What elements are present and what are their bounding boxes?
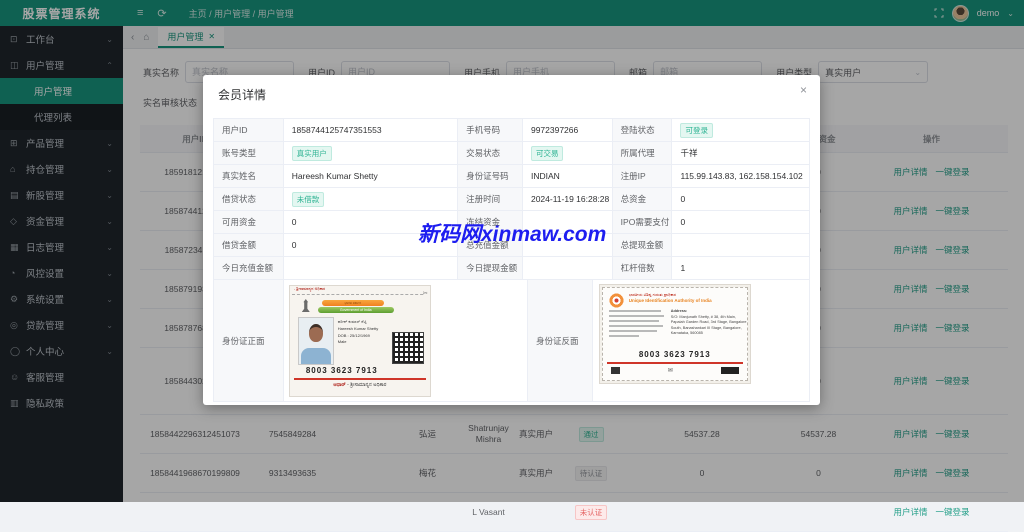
detail-label: IPO需要支付 [613, 211, 673, 233]
detail-label: 注册IP [613, 165, 673, 187]
detail-label: 今日提现金额 [458, 257, 523, 279]
detail-label: 总资金 [613, 188, 673, 210]
authority-kannada: ಭಾರತೀಯ ವಿಶಿಷ್ಟ ಗುರುತು ಪ್ರಾಧಿಕಾರ [629, 292, 745, 297]
detail-value: Hareesh Kumar Shetty [284, 165, 458, 187]
detail-value [284, 257, 458, 279]
detail-label: 交易状态 [458, 142, 523, 164]
detail-row: 今日充值金额 今日提现金额 杠杆倍数1 [214, 257, 809, 280]
id-dob: DOB : 25/12/1969 [338, 333, 390, 340]
cut-line: ✂ [292, 294, 428, 295]
id-front-label: 身份证正面 [214, 280, 284, 401]
detail-label: 账号类型 [214, 142, 284, 164]
site-watermark: 新码网xinmaw.com [418, 218, 606, 248]
detail-label: 身份证号码 [458, 165, 523, 187]
detail-value: 2024-11-19 16:28:28 [523, 188, 613, 210]
status-badge: 可登录 [680, 123, 713, 138]
id-images-row: 身份证正面 - ಶ್ರೀಸಾಮಾನ್ಯನ ಅಧಿಕಾರ ✂ ಭಾರತ ಸರ್ಕಾ… [214, 280, 809, 402]
id-back-card: ಭಾರತೀಯ ವಿಶಿಷ್ಟ ಗುರುತು ಪ್ರಾಧಿಕಾರ Unique I… [602, 287, 748, 381]
aadhaar-footer: ಆಧಾರ್ - ಶ್ರೀಸಾಮಾನ್ಯನ ಅಧಿಕಾರ [290, 382, 430, 388]
detail-label: 真实姓名 [214, 165, 284, 187]
scissors-icon: ✂ [423, 290, 428, 297]
detail-value [672, 234, 809, 256]
govt-band-hindi: ಭಾರತ ಸರ್ಕಾರ [322, 300, 384, 306]
detail-label: 借贷金额 [214, 234, 284, 256]
detail-value: 可登录 [672, 119, 809, 141]
modal-title: 会员详情 [218, 86, 266, 103]
user-detail-link[interactable]: 用户详情 [893, 507, 927, 517]
aadhaar-number: 8003 3623 7913 [290, 366, 394, 375]
detail-value: 未借款 [284, 188, 458, 210]
detail-label: 总提现金额 [613, 234, 673, 256]
address-kannada-lines [609, 310, 665, 340]
id-back-image[interactable]: ಭಾರತೀಯ ವಿಶಿಷ್ಟ ಗುರುತು ಪ್ರಾಧಿಕಾರ Unique I… [599, 284, 751, 384]
red-divider [294, 378, 426, 380]
aadhaar-number-back: 8003 3623 7913 [603, 350, 747, 359]
detail-value: 可交易 [523, 142, 613, 164]
detail-value [523, 257, 613, 279]
status-badge: 未借款 [292, 192, 325, 207]
contact-icons-row: ✉ [611, 367, 739, 374]
id-back-label: 身份证反面 [528, 280, 593, 401]
close-icon[interactable]: × [800, 83, 807, 97]
detail-label: 用户ID [214, 119, 284, 141]
id-back-cell: ಭಾರತೀಯ ವಿಶಿಷ್ಟ ಗುರುತು ಪ್ರಾಧಿಕಾರ Unique I… [593, 280, 809, 401]
aadhaar-logo-icon [609, 293, 624, 308]
cell-ops: 用户详情一键登录 [855, 506, 1008, 518]
india-emblem-icon [302, 299, 310, 312]
detail-row: 账号类型真实用户 交易状态可交易 所属代理千祥 [214, 142, 809, 165]
website-icon [721, 367, 739, 374]
id-name: Hareesh Kumar Shetty [338, 326, 390, 333]
detail-label: 借贷状态 [214, 188, 284, 210]
detail-value: 1 [672, 257, 809, 279]
status-badge: 未认证 [575, 505, 608, 520]
detail-value: 真实用户 [284, 142, 458, 164]
detail-label: 杠杆倍数 [613, 257, 673, 279]
address-english: Address:S/O: Manjunath Shetty, # 38, 4th… [671, 309, 747, 337]
detail-label: 手机号码 [458, 119, 523, 141]
id-photo [298, 317, 334, 365]
phone-icon [611, 367, 620, 374]
id-text-lines: ಹರೀಶ್ ಕುಮಾರ್ ಶೆಟ್ಟಿ Hareesh Kumar Shetty… [338, 319, 390, 346]
status-badge: 真实用户 [292, 146, 332, 161]
detail-value: 1858744125747351553 [284, 119, 458, 141]
detail-value: INDIAN [523, 165, 613, 187]
authority-english: Unique Identification Authority of India [629, 298, 745, 303]
detail-value: 0 [672, 211, 809, 233]
id-front-image[interactable]: - ಶ್ರೀಸಾಮಾನ್ಯನ ಅಧಿಕಾರ ✂ ಭಾರತ ಸರ್ಕಾರ Gove… [289, 285, 431, 397]
mail-icon: ✉ [668, 367, 673, 374]
detail-value: 9972397266 [523, 119, 613, 141]
qr-code [392, 332, 424, 364]
detail-label: 今日充值金额 [214, 257, 284, 279]
govt-band-english: Government of India [318, 307, 394, 313]
aadhaar-top-strip: - ಶ್ರೀಸಾಮಾನ್ಯನ ಅಧಿಕಾರ [294, 286, 430, 293]
detail-row: 真实姓名Hareesh Kumar Shetty身份证号码INDIAN注册IP1… [214, 165, 809, 188]
id-front-cell: - ಶ್ರೀಸಾಮಾನ್ಯನ ಅಧಿಕಾರ ✂ ಭಾರತ ಸರ್ಕಾರ Gove… [284, 280, 528, 401]
red-divider [607, 362, 743, 364]
cell-name: L Vasant [465, 507, 512, 518]
detail-label: 登陆状态 [613, 119, 673, 141]
id-gender: Male [338, 339, 390, 346]
member-detail-table: 用户ID1858744125747351553手机号码9972397266登陆状… [213, 118, 810, 402]
one-click-login-link[interactable]: 一键登录 [936, 507, 970, 517]
status-badge: 可交易 [531, 146, 564, 161]
detail-row: 用户ID1858744125747351553手机号码9972397266登陆状… [214, 119, 809, 142]
detail-row: 借贷状态未借款 注册时间2024-11-19 16:28:28总资金0 [214, 188, 809, 211]
detail-value: 千祥 [672, 142, 809, 164]
detail-value: 115.99.143.83, 162.158.154.102 [672, 165, 809, 187]
detail-value: 0 [672, 188, 809, 210]
detail-label: 所属代理 [613, 142, 673, 164]
cell-audit: 未认证 [560, 505, 622, 520]
detail-label: 可用资金 [214, 211, 284, 233]
detail-label: 注册时间 [458, 188, 523, 210]
